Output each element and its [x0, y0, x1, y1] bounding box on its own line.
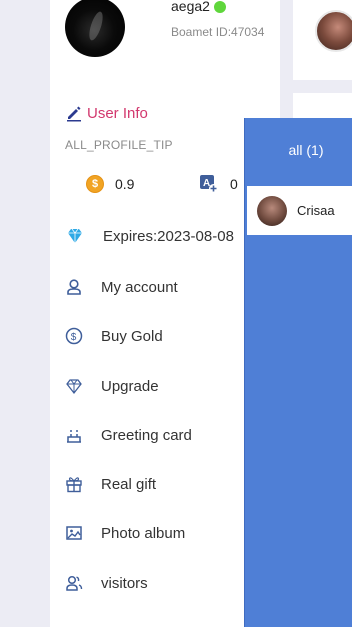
user-icon [67, 279, 81, 295]
menu-real-gift[interactable]: Real gift [65, 472, 156, 496]
menu-visitors[interactable]: visitors [65, 571, 148, 595]
avatar[interactable] [65, 0, 125, 57]
menu-upgrade[interactable]: Upgrade [65, 374, 159, 398]
menu-label: Buy Gold [101, 327, 163, 345]
tab-all[interactable]: all (1) [245, 142, 352, 158]
menu-label: Upgrade [101, 377, 159, 395]
credit-value: 0 [230, 176, 238, 192]
credit-balance[interactable]: A 0 [200, 173, 238, 195]
gold-coin-icon: $ [86, 175, 104, 193]
svg-text:A: A [203, 178, 210, 189]
gift-icon [66, 477, 82, 493]
username: aega2 [171, 0, 210, 14]
list-item-name: Crisaa [297, 203, 335, 218]
online-status-icon [214, 1, 226, 13]
diamond-vip-icon [68, 228, 82, 243]
menu-label: visitors [101, 574, 148, 592]
menu-label: My account [101, 278, 178, 296]
boamet-id: Boamet ID:47034 [171, 25, 265, 39]
gold-value: 0.9 [115, 176, 135, 192]
menu-my-account[interactable]: My account [65, 275, 178, 299]
list-item[interactable]: Crisaa [247, 186, 352, 235]
dollar-coin-icon: $ [65, 327, 83, 345]
diamond-icon [66, 379, 82, 395]
expires-text: Expires:2023-08-08 [103, 227, 234, 245]
svg-text:$: $ [71, 332, 77, 343]
visitors-panel: all (1) Crisaa [244, 118, 352, 627]
visitors-icon [66, 575, 83, 591]
list-avatar [257, 195, 287, 226]
image-icon [66, 526, 82, 540]
background-avatar[interactable] [315, 10, 352, 52]
translate-credit-icon: A [200, 175, 218, 193]
menu-greeting-card[interactable]: Greeting card [65, 423, 192, 447]
user-info-link[interactable]: User Info [65, 102, 148, 124]
menu-label: Greeting card [101, 426, 192, 444]
pen-icon [67, 106, 81, 122]
cake-icon [67, 430, 81, 443]
user-info-label: User Info [87, 104, 148, 122]
menu-buy-gold[interactable]: $ Buy Gold [65, 324, 163, 348]
menu-label: Real gift [101, 475, 157, 493]
menu-label: Photo album [101, 524, 186, 542]
gold-balance[interactable]: $ 0.9 [86, 173, 134, 195]
menu-photo-album[interactable]: Photo album [65, 521, 185, 545]
profile-tip: ALL_PROFILE_TIP [65, 138, 173, 152]
vip-expires: Expires:2023-08-08 [65, 225, 234, 247]
